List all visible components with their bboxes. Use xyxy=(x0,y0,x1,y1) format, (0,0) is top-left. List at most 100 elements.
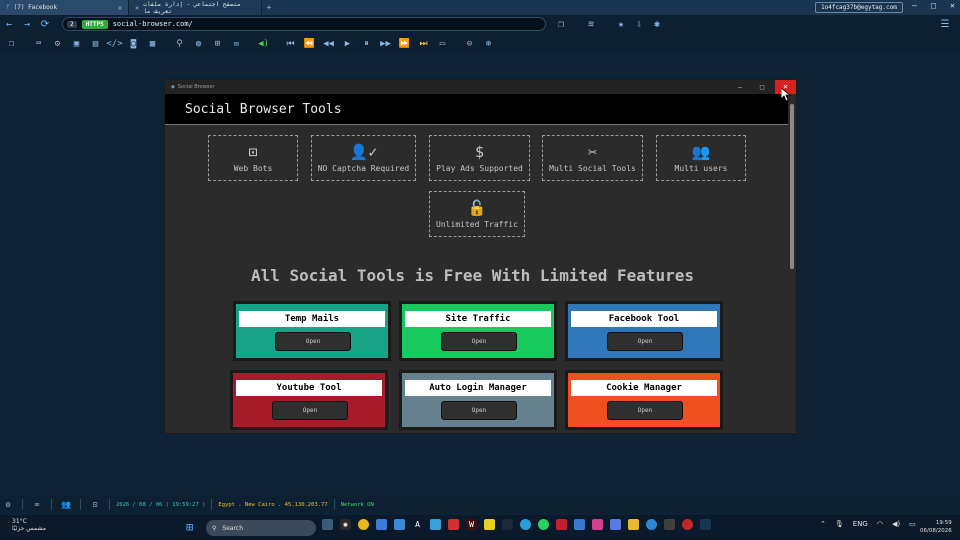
zoom-out-icon[interactable]: ⊖ xyxy=(460,39,479,49)
status-network: Network ON xyxy=(340,501,374,508)
app-pin-icon[interactable] xyxy=(556,519,567,530)
app-red-icon[interactable] xyxy=(448,519,459,530)
robot-icon[interactable]: ⊡ xyxy=(87,500,103,509)
reload-icon[interactable]: ⟳ xyxy=(36,19,54,30)
extension-icon[interactable]: ✱ xyxy=(648,19,666,30)
window-minimize-icon[interactable]: — xyxy=(730,80,750,94)
chrome-icon[interactable] xyxy=(358,519,369,530)
maximize-icon[interactable]: □ xyxy=(931,1,936,10)
feature-label: Unlimited Traffic xyxy=(436,219,518,229)
system-clock[interactable]: 19:59 06/08/2026 xyxy=(920,519,952,535)
minimize-icon[interactable]: — xyxy=(912,1,917,10)
translate-icon[interactable]: ⊞ xyxy=(208,39,227,49)
back-icon[interactable]: ← xyxy=(0,19,18,30)
save-icon[interactable]: ▦ xyxy=(143,39,162,49)
chatgpt-icon[interactable]: ✺ xyxy=(340,519,351,530)
nav-right-tools: ❐ ≋ ★ ⇩ ✱ xyxy=(552,15,666,34)
file-explorer-icon[interactable] xyxy=(628,519,639,530)
open-site-traffic-button[interactable]: Open xyxy=(441,332,517,351)
battery-icon[interactable]: ▭ xyxy=(909,520,916,528)
tool-name: Auto Login Manager xyxy=(405,380,551,396)
app-chart-icon[interactable] xyxy=(502,519,513,530)
wifi-icon[interactable]: ◠ xyxy=(877,520,883,528)
app-pink-icon[interactable] xyxy=(592,519,603,530)
fast-forward-icon[interactable]: ⏩ xyxy=(395,39,414,49)
screen-icon[interactable]: ▭ xyxy=(433,39,452,49)
tab-facebook[interactable]: f (7) Facebook ✕ xyxy=(0,0,129,15)
feature-label: Multi Social Tools xyxy=(549,163,636,173)
window-scrollbar[interactable] xyxy=(788,94,796,433)
fast-back-icon[interactable]: ⏪ xyxy=(300,39,319,49)
mic-icon[interactable]: 🎙 xyxy=(835,520,844,528)
zoom-in-icon[interactable]: ⊕ xyxy=(479,39,498,49)
skip-end-icon[interactable]: ⏭ xyxy=(414,39,433,49)
menu-icon[interactable]: ☰ xyxy=(936,19,954,30)
keyboard-icon[interactable]: ⌨ xyxy=(29,39,48,49)
copy-icon[interactable]: ❐ xyxy=(552,19,570,30)
open-temp-mails-button[interactable]: Open xyxy=(275,332,351,351)
new-tab-button[interactable]: + xyxy=(262,3,276,12)
close-icon[interactable]: ✕ xyxy=(950,1,955,10)
scrollbar-thumb[interactable] xyxy=(790,104,794,269)
skip-start-icon[interactable]: ⏮ xyxy=(281,39,300,49)
close-tab-icon[interactable]: ✕ xyxy=(135,4,139,12)
open-cookie-manager-button[interactable]: Open xyxy=(607,401,683,420)
copilot-icon[interactable] xyxy=(610,519,621,530)
camera-icon[interactable]: ◙ xyxy=(124,39,143,49)
play-icon[interactable]: ▶ xyxy=(338,39,357,49)
account-email[interactable]: 1o4fcag37b@egytag.com xyxy=(815,2,903,13)
whatsapp-icon[interactable] xyxy=(538,519,549,530)
feature-multi-social-tools: ✂ Multi Social Tools xyxy=(542,135,643,181)
photos-icon[interactable] xyxy=(430,519,441,530)
tabs-icon[interactable]: ❐ xyxy=(2,39,21,49)
task-view-icon[interactable] xyxy=(322,519,333,530)
location-icon[interactable]: ⚲ xyxy=(170,39,189,49)
sticky-notes-icon[interactable] xyxy=(484,519,495,530)
pause-icon[interactable]: ⏸ xyxy=(357,39,376,49)
open-auto-login-manager-button[interactable]: Open xyxy=(441,401,517,420)
open-youtube-tool-button[interactable]: Open xyxy=(272,401,348,420)
facebook-icon: f xyxy=(6,4,10,11)
weather-desc: مشمس جزئيًا xyxy=(12,525,46,532)
code-icon[interactable]: </> xyxy=(105,39,124,49)
forward-icon[interactable]: → xyxy=(18,19,36,30)
unlock-icon: 🔓 xyxy=(467,198,487,217)
settings-icon[interactable]: ⚙ xyxy=(48,39,67,49)
app-w-icon[interactable]: W xyxy=(466,519,477,530)
chevron-up-icon[interactable]: ⌃ xyxy=(820,520,826,528)
taskbar-search[interactable]: ⚲ Search xyxy=(206,520,316,536)
url-text[interactable]: social-browser.com/ xyxy=(113,20,193,28)
settings-icon[interactable]: ⚙ xyxy=(0,500,16,509)
download-icon[interactable]: ⇩ xyxy=(630,19,648,30)
windows-start-icon[interactable]: ⊞ xyxy=(186,520,193,534)
rewind-icon[interactable]: ◀◀ xyxy=(319,39,338,49)
edge-icon[interactable] xyxy=(646,519,657,530)
app-window-icon[interactable] xyxy=(574,519,585,530)
users-icon[interactable]: 👥 xyxy=(58,500,74,509)
link-icon[interactable]: ∞ xyxy=(29,500,45,509)
globe-icon[interactable]: ◍ xyxy=(189,39,208,49)
volume-icon[interactable]: ◀) xyxy=(254,39,273,49)
app-red-circle-icon[interactable] xyxy=(682,519,693,530)
layers-icon[interactable]: ≋ xyxy=(582,19,600,30)
app-gray-icon[interactable] xyxy=(664,519,675,530)
window-maximize-icon[interactable]: □ xyxy=(752,80,772,94)
star-icon[interactable]: ★ xyxy=(612,19,630,30)
open-facebook-tool-button[interactable]: Open xyxy=(607,332,683,351)
close-tab-icon[interactable]: ✕ xyxy=(118,4,122,12)
trash-icon[interactable]: ▤ xyxy=(86,39,105,49)
social-browser-taskbar-icon[interactable] xyxy=(700,519,711,530)
mail-app-icon[interactable] xyxy=(394,519,405,530)
store-icon[interactable] xyxy=(376,519,387,530)
telegram-icon[interactable] xyxy=(520,519,531,530)
weather-widget[interactable]: 31°C مشمس جزئيًا xyxy=(12,518,46,532)
address-bar[interactable]: 2 HTTPS social-browser.com/ xyxy=(62,17,546,31)
app-a-icon[interactable]: A xyxy=(412,519,423,530)
users-icon: 👥 xyxy=(691,142,711,161)
lock-icon[interactable]: ▣ xyxy=(67,39,86,49)
forward-media-icon[interactable]: ▶▶ xyxy=(376,39,395,49)
mail-icon[interactable]: ✉ xyxy=(227,39,246,49)
language-indicator[interactable]: ENG xyxy=(853,520,868,528)
tab-social-browser[interactable]: ✕ متصفح اجتماعي - إدارة ملفات تعريف ما xyxy=(129,0,262,15)
volume-tray-icon[interactable]: ◀) xyxy=(892,520,900,528)
